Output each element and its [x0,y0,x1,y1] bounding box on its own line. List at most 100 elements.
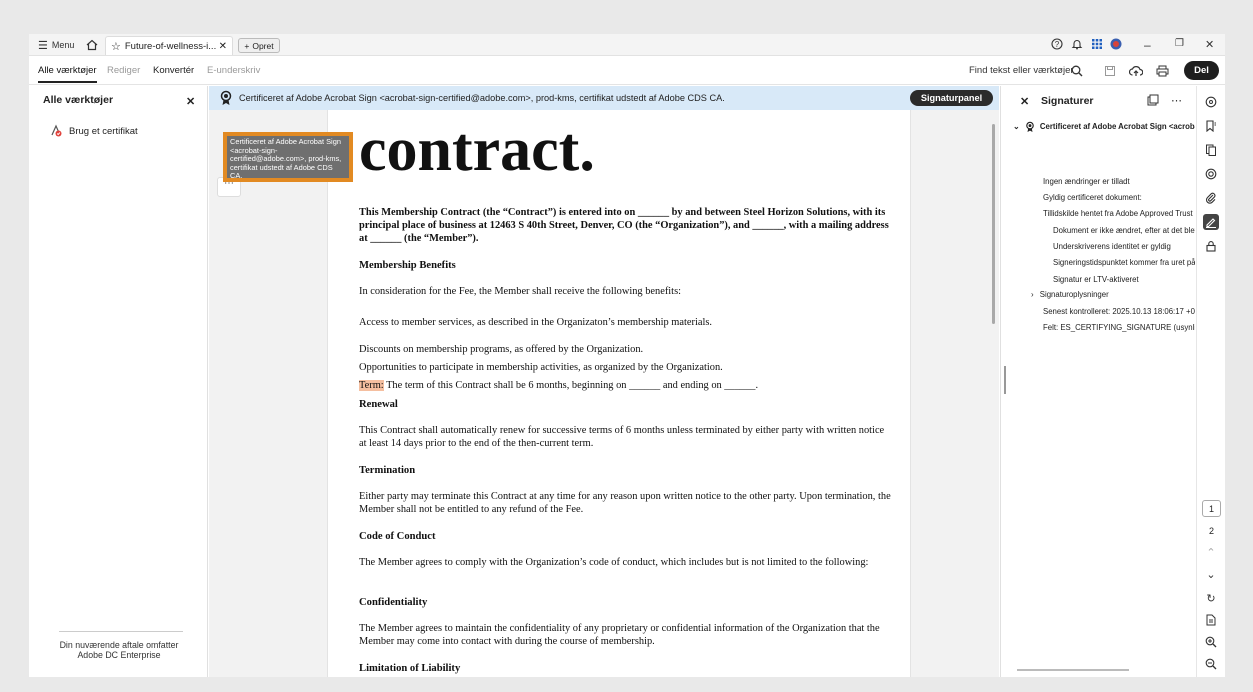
avatar[interactable] [1110,38,1122,53]
tab-all-tools[interactable]: Alle værktøjer [38,65,97,83]
attachment-icon[interactable] [1203,190,1219,206]
search-icon[interactable] [1069,63,1085,79]
window-close-icon[interactable]: ✕ [1205,38,1214,51]
save-icon[interactable] [1102,63,1118,79]
document-title: contract. [359,116,595,184]
benefit-item: Access to member services, as described … [359,317,712,328]
help-icon[interactable]: ? [1051,38,1063,53]
main-toolbar: Alle værktøjer Rediger Konvertér E-under… [29,57,1225,85]
sig-panel-title: Signaturer [1041,95,1094,107]
sig-detail: Felt: ES_CERTIFYING_SIGNATURE (usynlig [1043,323,1195,332]
panel-title: Alle værktøjer [43,94,114,106]
menu-button[interactable]: ☰ Menu [38,38,74,52]
certificate-badge-icon [1025,121,1034,132]
cloud-upload-icon[interactable] [1128,63,1144,79]
star-icon[interactable]: ☆ [111,40,121,53]
sig-detail: Senest kontrolleret: 2025.10.13 18:06:17… [1043,307,1195,316]
document-scrollbar[interactable] [992,124,995,324]
certification-text: Certificeret af Adobe Acrobat Sign <acro… [239,93,725,103]
divider [59,631,183,632]
certificate-badge-icon [220,90,232,105]
layers-icon[interactable] [1203,166,1219,182]
minimize-icon[interactable]: – [1144,38,1151,52]
document-tab[interactable]: ☆ Future-of-wellness-i... ✕ [105,36,233,55]
print-icon[interactable] [1154,63,1170,79]
certification-tooltip: Certificeret af Adobe Acrobat Sign <acro… [223,132,353,182]
chevron-right-icon[interactable]: › [1031,290,1034,299]
zoom-in-icon[interactable] [1203,634,1219,650]
term-paragraph: Term: The term of this Contract shall be… [359,379,758,392]
tab-title: Future-of-wellness-i... [124,40,217,52]
title-bar: ☰ Menu ☆ Future-of-wellness-i... ✕ + Opr… [29,34,1225,56]
use-certificate-label: Brug et certifikat [69,125,138,137]
plan-info: Din nuværende aftale omfatter Adobe DC E… [39,640,199,660]
more-icon[interactable]: ⋯ [1171,94,1182,107]
termination-paragraph: Either party may terminate this Contract… [359,491,891,515]
bookmark-icon[interactable] [1203,118,1219,134]
signature-tree-root[interactable]: ⌄ Certificeret af Adobe Acrobat Sign <ac… [1013,121,1195,133]
document-info-icon[interactable] [1203,612,1219,628]
term-highlight[interactable]: Term: [359,380,384,391]
panel-resize-grip[interactable] [1004,366,1006,394]
plan-info-line1: Din nuværende aftale omfatter [59,640,179,650]
heading-benefits: Membership Benefits [359,260,456,271]
page-number-current[interactable]: 1 [1202,500,1221,517]
sig-detail: Gyldig certificeret dokument: [1043,193,1142,202]
use-certificate-tool[interactable]: Brug et certifikat [49,124,138,138]
panel-horizontal-scrollbar[interactable] [1017,669,1129,671]
sig-detail: Signeringstidspunktet kommer fra uret på [1053,258,1195,267]
right-tool-rail: 1 2 ⌃ ⌄ ↻ [1196,86,1225,677]
panel-close-icon[interactable]: ✕ [186,95,195,108]
apps-icon[interactable] [1091,38,1103,53]
page-number[interactable]: 2 [1202,522,1221,539]
benefits-paragraph: In consideration for the Fee, the Member… [359,286,682,297]
sig-detail: Ingen ændringer er tilladt [1043,177,1130,186]
plus-icon: + [244,40,250,51]
validate-all-icon[interactable] [1147,94,1159,109]
tab-edit[interactable]: Rediger [107,65,140,76]
tab-e-sign[interactable]: E-underskriv [207,65,260,76]
signature-details-node[interactable]: › Signaturoplysninger [1031,290,1109,299]
signature-details-label: Signaturoplysninger [1039,290,1109,299]
restore-icon[interactable]: ❐ [1175,38,1184,49]
bell-icon[interactable] [1071,38,1083,53]
sig-panel-close-icon[interactable]: ✕ [1020,95,1029,108]
heading-conduct: Code of Conduct [359,531,436,542]
tab-convert[interactable]: Konvertér [153,65,194,76]
sig-detail: Tillidskilde hentet fra Adobe Approved T… [1043,209,1195,218]
plan-info-line2: Adobe DC Enterprise [77,650,161,660]
svg-text:?: ? [1055,40,1060,49]
tab-close-icon[interactable]: ✕ [219,41,227,52]
pages-icon[interactable] [1203,142,1219,158]
comment-icon[interactable] [1203,94,1219,110]
confidentiality-paragraph: The Member agrees to maintain the confid… [359,623,880,647]
document-viewer: Certificeret af Adobe Acrobat Sign <acro… [209,86,999,677]
lock-icon[interactable] [1203,238,1219,254]
sig-detail: Signatur er LTV-aktiveret [1053,275,1139,284]
home-icon [86,39,98,51]
zoom-out-icon[interactable] [1203,656,1219,672]
chevron-down-icon[interactable]: ⌄ [1013,122,1020,131]
signatures-panel: ✕ Signaturer ⋯ ⌄ Certificeret af Adobe A… [1000,86,1196,677]
intro-paragraph: This Membership Contract (the “Contract”… [359,207,889,244]
certification-banner: Certificeret af Adobe Acrobat Sign <acro… [209,86,999,110]
sig-detail: Dokument er ikke ændret, efter at det bl… [1053,226,1195,235]
share-button[interactable]: Del [1184,61,1219,80]
refresh-icon[interactable]: ↻ [1203,590,1219,606]
term-text: The term of this Contract shall be 6 mon… [383,380,759,391]
chevron-up-icon[interactable]: ⌃ [1203,544,1219,560]
sig-detail: Underskriverens identitet er gyldig [1053,242,1171,251]
tooltip-text: Certificeret af Adobe Acrobat Sign <acro… [227,136,349,178]
signature-panel-button[interactable]: Signaturpanel [910,90,993,106]
signature-pen-icon[interactable] [1203,214,1219,230]
new-tab-button[interactable]: + Opret [238,38,280,53]
conduct-paragraph: The Member agrees to comply with the Org… [359,557,869,568]
chevron-down-icon[interactable]: ⌄ [1203,566,1219,582]
document-page: Certificeret af Adobe Acrobat Sign <acro… [217,110,911,677]
home-button[interactable] [86,38,98,52]
hamburger-icon: ☰ [38,39,48,52]
find-tools-label[interactable]: Find tekst eller værktøjer [969,65,1074,76]
heading-renewal: Renewal [359,399,398,410]
app-window: ☰ Menu ☆ Future-of-wellness-i... ✕ + Opr… [29,34,1225,677]
new-tab-label: Opret [252,40,274,51]
